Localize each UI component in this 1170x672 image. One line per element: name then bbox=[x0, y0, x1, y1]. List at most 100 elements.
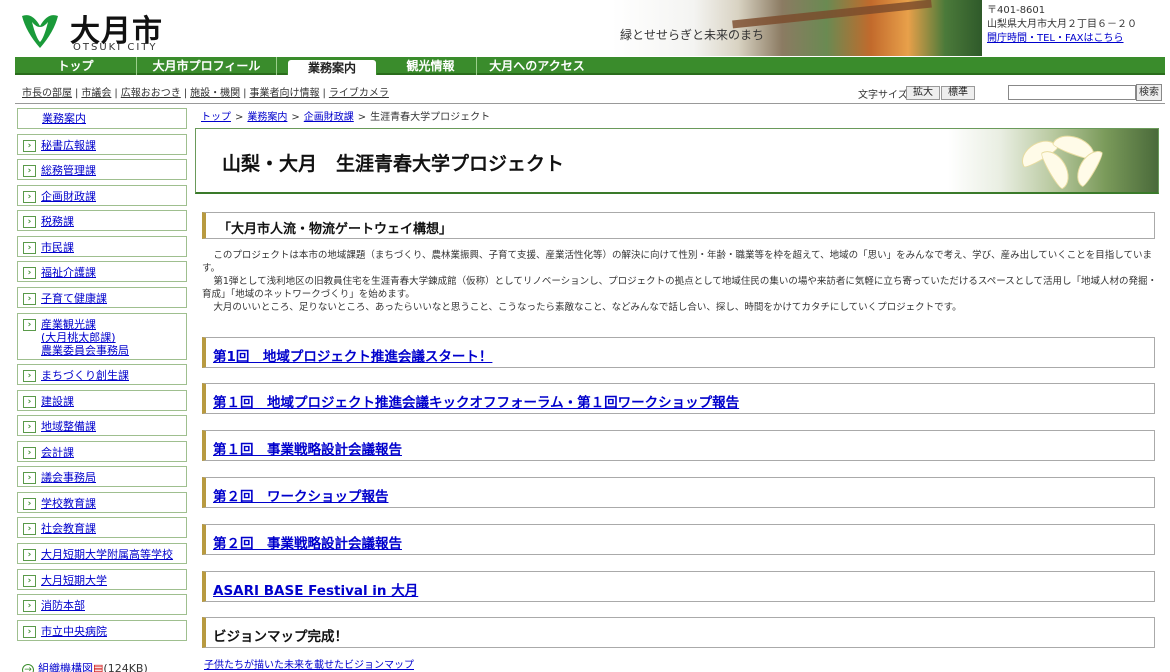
arrow-right-icon: › bbox=[23, 421, 36, 433]
arrow-right-icon: › bbox=[23, 370, 36, 382]
sidebar-item-label[interactable]: 大月短期大学 bbox=[41, 574, 107, 587]
sidebar-item-town-planning[interactable]: › まちづくり創生課 bbox=[17, 364, 187, 385]
sidebar-item-label[interactable]: 建設課 bbox=[41, 395, 74, 408]
subnav-mayor[interactable]: 市長の部屋 bbox=[22, 88, 72, 99]
vision-map-box: ビジョンマップ完成！ bbox=[202, 617, 1155, 648]
report-link-asari-festival[interactable]: ASARI BASE Festival in 大月 bbox=[213, 579, 418, 599]
sidebar-item-label[interactable]: 地域整備課 bbox=[41, 420, 96, 433]
font-standard-button[interactable]: 標準 bbox=[941, 86, 975, 100]
arrow-right-icon: › bbox=[23, 140, 36, 152]
subnav-newsletter[interactable]: 広報おおつき bbox=[121, 88, 181, 99]
sidebar-item-accounting[interactable]: › 会計課 bbox=[17, 441, 187, 462]
intro-paragraph: 大月のいいところ、足りないところ、あったらいいなと思うこと、こうなったら素敵なこ… bbox=[213, 302, 962, 313]
sidebar-item-construction[interactable]: › 建設課 bbox=[17, 390, 187, 411]
sidebar-item-label[interactable]: 産業観光課 bbox=[41, 318, 96, 331]
arrow-right-icon: › bbox=[23, 165, 36, 177]
gnav-profile[interactable]: 大月市プロフィール bbox=[137, 57, 277, 75]
sidebar-item-label[interactable]: 市民課 bbox=[41, 241, 74, 254]
intro-text: このプロジェクトは本市の地域課題（まちづくり、農林業振興、子育て支援、産業活性化… bbox=[202, 249, 1157, 314]
sidebar-item-regional-development[interactable]: › 地域整備課 bbox=[17, 415, 187, 436]
sidebar-item-label[interactable]: 秘書広報課 bbox=[41, 139, 96, 152]
sidebar-item-label[interactable]: 福祉介護課 bbox=[41, 266, 96, 279]
sidebar-item-label[interactable]: 企画財政課 bbox=[41, 190, 96, 203]
sidebar-item-tax[interactable]: › 税務課 bbox=[17, 210, 187, 231]
site-header: 大月市 OTSUKI CITY 緑とせせらぎと未来のまち 〒401-8601 山… bbox=[0, 0, 1170, 56]
section-heading: 「大月市人流・物流ゲートウェイ構想」 bbox=[218, 222, 453, 237]
sidebar-item-central-hospital[interactable]: › 市立中央病院 bbox=[17, 620, 187, 641]
subnav-council[interactable]: 市議会 bbox=[81, 88, 111, 99]
sidebar-item-label[interactable]: (大月桃太郎課) bbox=[41, 331, 116, 344]
arrow-right-icon: › bbox=[23, 498, 36, 510]
sidebar-item-secretary[interactable]: › 秘書広報課 bbox=[17, 134, 187, 155]
sidebar-item-school-education[interactable]: › 学校教育課 bbox=[17, 492, 187, 513]
arrow-circle-icon: → bbox=[22, 664, 34, 672]
logo-subtitle: OTSUKI CITY bbox=[73, 42, 158, 53]
arrow-right-icon: › bbox=[23, 319, 36, 331]
search-input[interactable] bbox=[1008, 85, 1136, 100]
report-box: 第２回 事業戦略設計会議報告 bbox=[202, 524, 1155, 555]
sidebar-item-fire-department[interactable]: › 消防本部 bbox=[17, 594, 187, 615]
sidebar-item-college-highschool[interactable]: › 大月短期大学附属高等学校 bbox=[17, 543, 187, 564]
sidebar-heading[interactable]: 業務案内 bbox=[17, 108, 187, 129]
gnav-tourism[interactable]: 観光情報 bbox=[385, 57, 477, 75]
sidebar-item-label[interactable]: 学校教育課 bbox=[41, 497, 96, 510]
sidebar-item-citizens[interactable]: › 市民課 bbox=[17, 236, 187, 257]
arrow-right-icon: › bbox=[23, 191, 36, 203]
report-link-strategy-2[interactable]: 第２回 事業戦略設計会議報告 bbox=[213, 532, 402, 552]
org-chart-size: (124KB) bbox=[103, 662, 148, 672]
subnav-business[interactable]: 事業者向け情報 bbox=[250, 88, 320, 99]
report-link-strategy-1[interactable]: 第１回 事業戦略設計会議報告 bbox=[213, 438, 402, 458]
breadcrumb-top[interactable]: トップ bbox=[201, 112, 231, 123]
org-chart-label[interactable]: 組織機構図 bbox=[38, 662, 93, 672]
banner-bridge-image bbox=[732, 0, 932, 29]
subnav-facilities[interactable]: 施設・機関 bbox=[190, 88, 240, 99]
intro-paragraph: このプロジェクトは本市の地域課題（まちづくり、農林業振興、子育て支援、産業活性化… bbox=[202, 250, 1152, 274]
header-banner: 緑とせせらぎと未来のまち bbox=[612, 0, 982, 56]
sidebar-item-label[interactable]: 議会事務局 bbox=[41, 471, 96, 484]
sidebar-item-junior-college[interactable]: › 大月短期大学 bbox=[17, 569, 187, 590]
sidebar-item-label[interactable]: 子育て健康課 bbox=[41, 292, 107, 305]
arrow-right-icon: › bbox=[23, 447, 36, 459]
sidebar-item-label[interactable]: 税務課 bbox=[41, 215, 74, 228]
breadcrumb: トップ > 業務案内 > 企画財政課 > 生涯青春大学プロジェクト bbox=[201, 112, 491, 123]
sidebar-item-label[interactable]: 総務管理課 bbox=[41, 164, 96, 177]
sidebar-item-label[interactable]: 大月短期大学附属高等学校 bbox=[41, 548, 173, 561]
sidebar-item-general-affairs[interactable]: › 総務管理課 bbox=[17, 159, 187, 180]
breadcrumb-planning[interactable]: 企画財政課 bbox=[304, 112, 354, 123]
gnav-top[interactable]: トップ bbox=[15, 57, 137, 75]
sidebar-item-label[interactable]: 農業委員会事務局 bbox=[41, 344, 129, 357]
sidebar-item-assembly-office[interactable]: › 議会事務局 bbox=[17, 466, 187, 487]
report-box: 第１回 地域プロジェクト推進会議キックオフフォーラム・第１回ワークショップ報告 bbox=[202, 383, 1155, 414]
search-button[interactable]: 検索 bbox=[1136, 84, 1162, 101]
sidebar-item-label[interactable]: 市立中央病院 bbox=[41, 625, 107, 638]
org-chart-link[interactable]: → 組織機構図▤(124KB) bbox=[22, 660, 148, 672]
utility-nav: 市長の部屋 | 市議会 | 広報おおつき | 施設・機関 | 事業者向け情報 | ライブカメラ bbox=[22, 88, 389, 99]
gnav-services[interactable]: 業務案内 bbox=[287, 59, 377, 75]
vision-map-link[interactable]: 子供たちが描いた未来を載せたビジョンマップ bbox=[204, 656, 414, 671]
sidebar-item-welfare[interactable]: › 福祉介護課 bbox=[17, 261, 187, 282]
site-logo[interactable]: 大月市 OTSUKI CITY bbox=[18, 6, 178, 53]
sidebar-item-childcare[interactable]: › 子育て健康課 bbox=[17, 287, 187, 308]
sidebar-item-label[interactable]: 消防本部 bbox=[41, 599, 85, 612]
sidebar-heading-link[interactable]: 業務案内 bbox=[42, 112, 86, 125]
arrow-right-icon: › bbox=[23, 626, 36, 638]
report-link-meeting-start[interactable]: 第1回 地域プロジェクト推進会議スタート！ bbox=[213, 345, 492, 365]
sidebar-item-industry-tourism[interactable]: › 産業観光課 (大月桃太郎課) 農業委員会事務局 bbox=[17, 313, 187, 360]
sidebar-item-social-education[interactable]: › 社会教育課 bbox=[17, 517, 187, 538]
arrow-right-icon: › bbox=[23, 472, 36, 484]
arrow-right-icon: › bbox=[23, 549, 36, 561]
vision-map-heading: ビジョンマップ完成！ bbox=[213, 629, 348, 645]
sidebar-item-label[interactable]: 社会教育課 bbox=[41, 522, 96, 535]
sidebar-item-label[interactable]: まちづくり創生課 bbox=[41, 369, 129, 382]
report-link-workshop-2[interactable]: 第２回 ワークショップ報告 bbox=[213, 485, 389, 505]
gnav-access[interactable]: 大月へのアクセス bbox=[477, 57, 597, 75]
arrow-right-icon: › bbox=[23, 242, 36, 254]
sidebar-item-label[interactable]: 会計課 bbox=[41, 446, 74, 459]
breadcrumb-services[interactable]: 業務案内 bbox=[247, 112, 287, 123]
report-link-kickoff-forum[interactable]: 第１回 地域プロジェクト推進会議キックオフフォーラム・第１回ワークショップ報告 bbox=[213, 391, 739, 411]
font-enlarge-button[interactable]: 拡大 bbox=[906, 86, 940, 100]
page-title: 山梨・大月 生涯青春大学プロジェクト bbox=[222, 153, 565, 175]
subnav-livecam[interactable]: ライブカメラ bbox=[329, 88, 389, 99]
sidebar-item-planning-finance[interactable]: › 企画財政課 bbox=[17, 185, 187, 206]
office-hours-link[interactable]: 開庁時間・TEL・FAXはこちら bbox=[987, 33, 1124, 44]
